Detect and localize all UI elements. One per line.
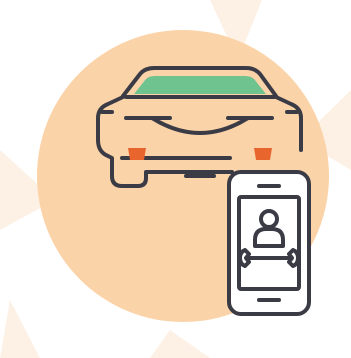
ray-bottom bbox=[150, 330, 210, 358]
headlight-left bbox=[128, 148, 146, 160]
smartphone-icon bbox=[227, 170, 311, 316]
illustration bbox=[0, 0, 351, 358]
headlight-right bbox=[254, 148, 272, 160]
car-windshield bbox=[134, 76, 266, 94]
ray-bottom-left bbox=[0, 300, 40, 358]
illustration-canvas bbox=[0, 0, 351, 358]
